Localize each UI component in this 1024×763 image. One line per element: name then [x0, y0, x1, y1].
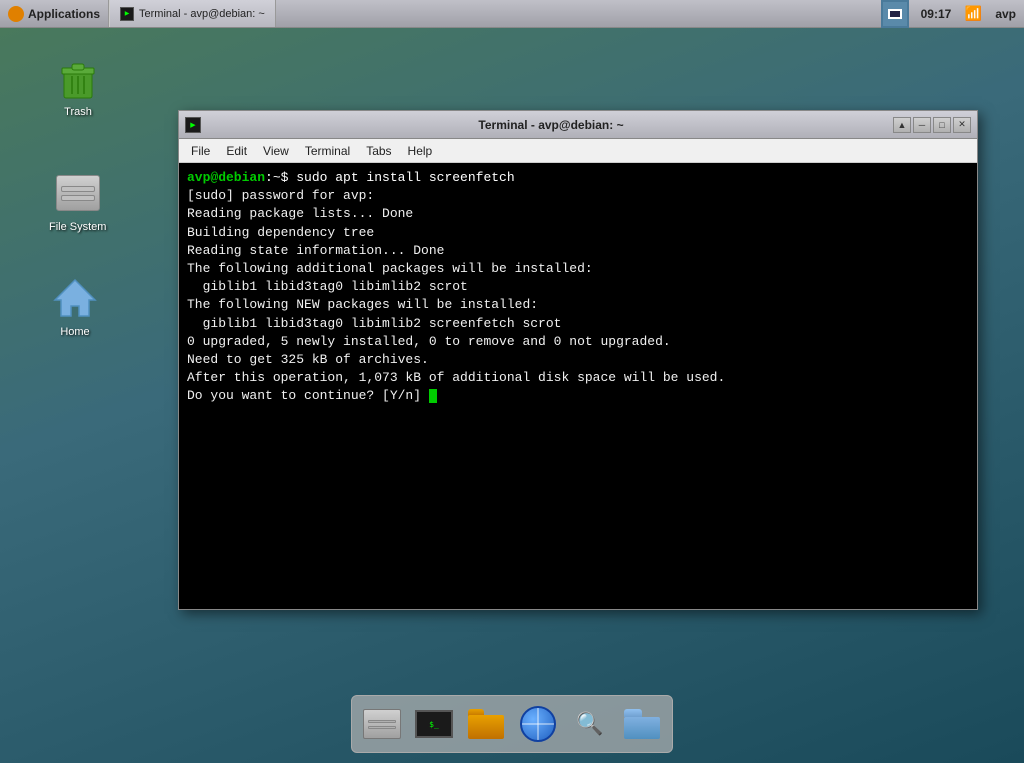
dock-folder2-icon	[624, 709, 660, 739]
terminal-help-btn[interactable]: ▲	[893, 117, 911, 133]
terminal-tab-label: Terminal - avp@debian: ~	[139, 8, 265, 20]
term-line-2: [sudo] password for avp:	[187, 187, 969, 205]
term-line-11: Need to get 325 kB of archives.	[187, 351, 969, 369]
dock-files-icon	[468, 709, 504, 739]
terminal-titlebar: Terminal - avp@debian: ~ ▲ ─ □ ✕	[179, 111, 977, 139]
terminal-minimize-btn[interactable]: ─	[913, 117, 931, 133]
term-cursor	[429, 389, 437, 403]
menu-view[interactable]: View	[255, 142, 297, 160]
menu-terminal[interactable]: Terminal	[297, 142, 358, 160]
user-label: avp	[987, 7, 1024, 21]
dock-filemanager[interactable]	[462, 700, 510, 748]
dock-hdd-line2	[368, 726, 396, 729]
terminal-content[interactable]: avp@debian:~$ sudo apt install screenfet…	[179, 163, 977, 609]
filesystem-desktop-icon[interactable]: File System	[45, 165, 110, 237]
clock: 09:17	[913, 7, 960, 21]
home-desktop-icon[interactable]: Home	[47, 270, 103, 342]
trash-icon	[54, 54, 102, 102]
terminal-taskbar-tab[interactable]: Terminal - avp@debian: ~	[109, 0, 276, 27]
display-inner	[888, 9, 902, 19]
term-line-6: The following additional packages will b…	[187, 260, 969, 278]
dock-hdd-icon	[363, 709, 401, 739]
term-line-4: Building dependency tree	[187, 224, 969, 242]
terminal-window-title: Terminal - avp@debian: ~	[209, 118, 893, 132]
home-icon	[51, 274, 99, 322]
terminal-close-btn[interactable]: ✕	[953, 117, 971, 133]
dock-browser[interactable]	[514, 700, 562, 748]
dock: $_ 🔍	[351, 695, 673, 753]
menu-edit[interactable]: Edit	[218, 142, 255, 160]
home-label: Home	[60, 326, 89, 338]
filesystem-icon	[54, 169, 102, 217]
term-line-8: The following NEW packages will be insta…	[187, 296, 969, 314]
menu-tabs[interactable]: Tabs	[358, 142, 399, 160]
trash-label: Trash	[64, 106, 92, 118]
dock-folder2-tab	[624, 709, 642, 717]
terminal-window: Terminal - avp@debian: ~ ▲ ─ □ ✕ File Ed…	[178, 110, 978, 610]
dock-terminal[interactable]: $_	[410, 700, 458, 748]
hdd-shape	[56, 175, 100, 211]
terminal-tab-icon	[120, 7, 134, 21]
network-icon[interactable]: 📶	[963, 4, 983, 24]
taskbar-top: Applications Terminal - avp@debian: ~ 09…	[0, 0, 1024, 28]
term-line-12: After this operation, 1,073 kB of additi…	[187, 369, 969, 387]
display-icon[interactable]	[881, 0, 909, 28]
dock-hdd-line1	[368, 720, 396, 723]
apps-menu-label: Applications	[28, 7, 100, 21]
terminal-maximize-btn[interactable]: □	[933, 117, 951, 133]
term-line-9: giblib1 libid3tag0 libimlib2 screenfetch…	[187, 315, 969, 333]
apps-menu-icon	[8, 6, 24, 22]
applications-menu[interactable]: Applications	[0, 0, 109, 27]
trash-desktop-icon[interactable]: Trash	[50, 50, 106, 122]
dock-search-icon: 🔍	[572, 706, 608, 742]
dock-folder-body	[468, 715, 504, 739]
menu-help[interactable]: Help	[400, 142, 441, 160]
dock-terminal-icon: $_	[415, 710, 453, 738]
term-line-13: Do you want to continue? [Y/n]	[187, 387, 969, 405]
term-line-3: Reading package lists... Done	[187, 205, 969, 223]
dock-globe-icon	[520, 706, 556, 742]
terminal-window-icon	[185, 117, 201, 133]
dock-folder2-body	[624, 717, 660, 739]
term-line-1: avp@debian:~$ sudo apt install screenfet…	[187, 169, 969, 187]
terminal-controls: ▲ ─ □ ✕	[893, 117, 971, 133]
taskbar-right: 09:17 📶 avp	[881, 0, 1024, 27]
term-line-7: giblib1 libid3tag0 libimlib2 scrot	[187, 278, 969, 296]
term-line-5: Reading state information... Done	[187, 242, 969, 260]
term-line-10: 0 upgraded, 5 newly installed, 0 to remo…	[187, 333, 969, 351]
menu-file[interactable]: File	[183, 142, 218, 160]
filesystem-label: File System	[49, 221, 106, 233]
dock-hdd[interactable]	[358, 700, 406, 748]
dock-search[interactable]: 🔍	[566, 700, 614, 748]
terminal-menubar: File Edit View Terminal Tabs Help	[179, 139, 977, 163]
dock-folder[interactable]	[618, 700, 666, 748]
